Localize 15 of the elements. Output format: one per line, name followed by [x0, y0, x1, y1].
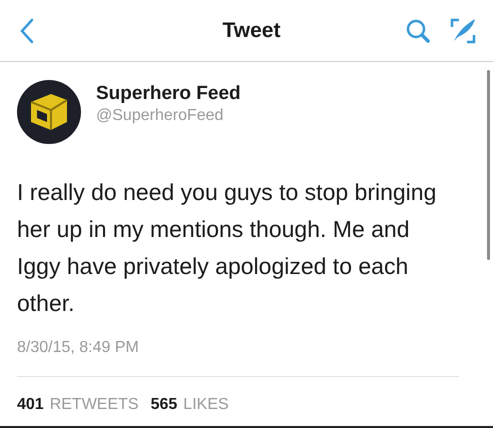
search-button[interactable]: [405, 18, 431, 44]
stat-label: RETWEETS: [50, 395, 139, 415]
window-title: Tweet: [222, 18, 280, 44]
stat-count: 565: [150, 395, 178, 415]
author-handle: @SuperheroFeed: [96, 106, 224, 126]
avatar-logo: [17, 80, 81, 144]
chevron-left-icon: [19, 16, 35, 44]
stat-count: 401: [17, 395, 44, 415]
tweet-timestamp: 8/30/15, 8:49 PM: [17, 338, 140, 358]
search-icon: [405, 18, 431, 44]
compose-button[interactable]: [449, 16, 477, 44]
author-name: Superhero Feed: [96, 82, 241, 106]
stat-label: LIKES: [183, 395, 229, 415]
tweet-text: I really do need you guys to stop bringing her up in my mentions though. Me and Iggy have privately apologized to each other.: [17, 178, 438, 318]
compose-icon: [449, 16, 477, 44]
